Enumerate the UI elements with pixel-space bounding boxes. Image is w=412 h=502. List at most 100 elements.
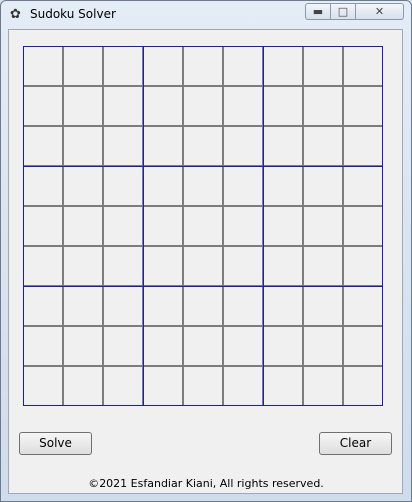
sudoku-cell[interactable] (343, 206, 383, 246)
sudoku-cell[interactable] (343, 246, 383, 286)
sudoku-cell[interactable] (263, 286, 303, 326)
block-divider-horizontal (23, 166, 383, 167)
sudoku-cell[interactable] (343, 166, 383, 206)
sudoku-cell[interactable] (103, 86, 143, 126)
sudoku-cell[interactable] (183, 126, 223, 166)
sudoku-cell[interactable] (63, 86, 103, 126)
sudoku-cell[interactable] (103, 286, 143, 326)
sudoku-cell[interactable] (23, 366, 63, 406)
sudoku-cell[interactable] (63, 46, 103, 86)
sudoku-cell[interactable] (303, 366, 343, 406)
sudoku-cell[interactable] (183, 46, 223, 86)
sudoku-cell[interactable] (223, 126, 263, 166)
sudoku-cell[interactable] (63, 206, 103, 246)
sudoku-cell[interactable] (183, 206, 223, 246)
sudoku-cell[interactable] (103, 366, 143, 406)
sudoku-cell[interactable] (343, 326, 383, 366)
sudoku-cell[interactable] (63, 126, 103, 166)
sudoku-cell[interactable] (143, 326, 183, 366)
sudoku-cell[interactable] (23, 126, 63, 166)
sudoku-cell[interactable] (263, 206, 303, 246)
minimize-button[interactable]: ▬ (305, 3, 331, 20)
maximize-icon: □ (337, 5, 349, 18)
sudoku-cell[interactable] (23, 326, 63, 366)
sudoku-cell[interactable] (183, 326, 223, 366)
sudoku-cell[interactable] (143, 86, 183, 126)
sudoku-cell[interactable] (103, 166, 143, 206)
sudoku-cell[interactable] (23, 166, 63, 206)
block-divider-vertical (382, 46, 383, 406)
block-divider-horizontal (23, 46, 383, 47)
close-icon: ✕ (374, 5, 385, 18)
title-bar[interactable]: ✿ Sudoku Solver ▬ □ ✕ (1, 1, 411, 29)
close-button[interactable]: ✕ (356, 3, 404, 20)
sudoku-cell[interactable] (303, 206, 343, 246)
sudoku-cell[interactable] (303, 126, 343, 166)
sudoku-cell[interactable] (103, 246, 143, 286)
sudoku-cell[interactable] (143, 206, 183, 246)
sudoku-cell[interactable] (23, 46, 63, 86)
sudoku-cell[interactable] (143, 166, 183, 206)
sudoku-cell[interactable] (223, 46, 263, 86)
sudoku-cell[interactable] (103, 206, 143, 246)
sudoku-cell[interactable] (63, 246, 103, 286)
maximize-button[interactable]: □ (331, 3, 356, 20)
sudoku-cell[interactable] (223, 246, 263, 286)
sudoku-cell[interactable] (103, 126, 143, 166)
clear-button[interactable]: Clear (319, 432, 392, 455)
feather-icon: ✿ (10, 7, 21, 22)
sudoku-cell[interactable] (143, 246, 183, 286)
sudoku-cell[interactable] (23, 286, 63, 326)
sudoku-cell[interactable] (343, 126, 383, 166)
minimize-icon: ▬ (312, 5, 324, 18)
sudoku-cell[interactable] (263, 166, 303, 206)
solve-button[interactable]: Solve (19, 432, 92, 455)
sudoku-cell[interactable] (303, 326, 343, 366)
sudoku-cell[interactable] (23, 86, 63, 126)
sudoku-cell[interactable] (223, 206, 263, 246)
sudoku-cell[interactable] (263, 126, 303, 166)
sudoku-cell[interactable] (263, 86, 303, 126)
sudoku-cell[interactable] (63, 326, 103, 366)
sudoku-cell[interactable] (23, 206, 63, 246)
sudoku-cell[interactable] (63, 166, 103, 206)
sudoku-cell[interactable] (183, 246, 223, 286)
block-divider-vertical (143, 46, 144, 406)
window-title: Sudoku Solver (30, 7, 116, 21)
sudoku-cell[interactable] (63, 366, 103, 406)
sudoku-cell[interactable] (183, 366, 223, 406)
block-divider-vertical (23, 46, 24, 406)
sudoku-cell[interactable] (303, 166, 343, 206)
sudoku-cell[interactable] (343, 86, 383, 126)
sudoku-cell[interactable] (263, 246, 303, 286)
block-divider-horizontal (23, 286, 383, 287)
sudoku-cell[interactable] (223, 286, 263, 326)
sudoku-cell[interactable] (23, 246, 63, 286)
sudoku-cell[interactable] (223, 366, 263, 406)
block-divider-horizontal (23, 405, 383, 406)
sudoku-cell[interactable] (183, 166, 223, 206)
sudoku-cell[interactable] (343, 366, 383, 406)
sudoku-cell[interactable] (303, 86, 343, 126)
sudoku-cell[interactable] (343, 46, 383, 86)
sudoku-cell[interactable] (143, 366, 183, 406)
sudoku-cell[interactable] (103, 46, 143, 86)
sudoku-cell[interactable] (263, 46, 303, 86)
sudoku-cell[interactable] (143, 286, 183, 326)
sudoku-cell[interactable] (223, 86, 263, 126)
sudoku-cell[interactable] (263, 366, 303, 406)
sudoku-cell[interactable] (143, 126, 183, 166)
sudoku-cell[interactable] (303, 246, 343, 286)
sudoku-cell[interactable] (183, 86, 223, 126)
sudoku-cell[interactable] (103, 326, 143, 366)
sudoku-cell[interactable] (343, 286, 383, 326)
sudoku-cell[interactable] (263, 326, 303, 366)
sudoku-cell[interactable] (63, 286, 103, 326)
sudoku-cell[interactable] (223, 326, 263, 366)
block-divider-vertical (263, 46, 264, 406)
sudoku-cell[interactable] (183, 286, 223, 326)
sudoku-cell[interactable] (223, 166, 263, 206)
sudoku-cell[interactable] (303, 286, 343, 326)
sudoku-cell[interactable] (303, 46, 343, 86)
sudoku-cell[interactable] (143, 46, 183, 86)
